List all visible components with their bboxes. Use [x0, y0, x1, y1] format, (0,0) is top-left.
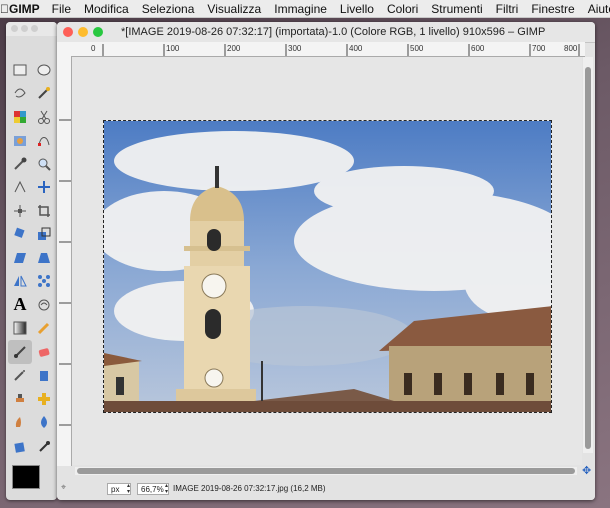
move-icon[interactable]	[32, 176, 56, 200]
perspective-icon[interactable]	[32, 246, 56, 270]
window-title: *[IMAGE 2019-08-26 07:32:17] (importata)…	[121, 26, 546, 38]
ruler-label: 300	[288, 44, 302, 53]
blur-icon[interactable]	[32, 434, 56, 458]
scissors-icon[interactable]	[32, 105, 56, 129]
eraser-icon[interactable]	[32, 340, 56, 364]
bucket-icon[interactable]	[8, 434, 32, 458]
ruler-label: 200	[227, 44, 241, 53]
gradient-icon[interactable]	[8, 317, 32, 341]
clone-icon[interactable]	[8, 387, 32, 411]
ruler-label: 600	[471, 44, 485, 53]
paths-icon[interactable]	[32, 129, 56, 153]
zoom-spin-icon[interactable]: ▴ ▾	[165, 483, 171, 495]
toolbox-minimize-button[interactable]	[21, 25, 28, 32]
pencil-icon[interactable]	[32, 317, 56, 341]
close-button[interactable]	[63, 27, 73, 37]
window-titlebar: *[IMAGE 2019-08-26 07:32:17] (importata)…	[57, 22, 595, 43]
color-select-icon[interactable]	[8, 105, 32, 129]
menu-modifica[interactable]: Modifica	[84, 2, 129, 16]
ruler-label: 700	[532, 44, 546, 53]
smudge-icon[interactable]	[8, 411, 32, 435]
menu-livello[interactable]: Livello	[340, 2, 374, 16]
vertical-scroll-thumb[interactable]	[585, 67, 591, 449]
menu-immagine[interactable]: Immagine	[274, 2, 327, 16]
menu-bar:  GIMP File Modifica Seleziona Visualizz…	[0, 0, 610, 18]
menu-visualizza[interactable]: Visualizza	[207, 2, 261, 16]
measure-icon[interactable]	[8, 176, 32, 200]
menu-strumenti[interactable]: Strumenti	[431, 2, 482, 16]
menu-colori[interactable]: Colori	[387, 2, 418, 16]
ruler-label: 100	[166, 44, 180, 53]
zoom-icon[interactable]	[32, 152, 56, 176]
unit-spin-icon[interactable]: ▴ ▾	[127, 483, 133, 495]
minimize-button[interactable]	[78, 27, 88, 37]
image-canvas[interactable]	[103, 120, 552, 413]
magic-wand-icon[interactable]	[32, 82, 56, 106]
crop-icon[interactable]	[32, 199, 56, 223]
rotate-icon[interactable]	[8, 223, 32, 247]
ruler-label: 400	[349, 44, 363, 53]
navigate-icon[interactable]: ✥	[582, 464, 591, 477]
ruler-corner[interactable]	[57, 42, 75, 57]
horizontal-scroll-thumb[interactable]	[77, 468, 575, 474]
vertical-scrollbar[interactable]	[583, 57, 593, 453]
lasso-icon[interactable]	[8, 82, 32, 106]
zoom-button[interactable]	[93, 27, 103, 37]
status-bar: ⌖ px ▴ ▾ 66,7% ▴ ▾ IMAGE 2019-08-26 07:32:…	[57, 478, 595, 500]
pointer-icon: ⌖	[61, 482, 67, 492]
menu-file[interactable]: File	[52, 2, 71, 16]
fg-bg-colors[interactable]	[12, 465, 52, 499]
menu-aiuto[interactable]: Aiuto	[588, 2, 610, 16]
foreground-select-icon[interactable]	[8, 129, 32, 153]
dodge-icon[interactable]	[32, 411, 56, 435]
toolbox-titlebar	[6, 22, 57, 36]
menu-finestre[interactable]: Finestre	[531, 2, 574, 16]
app-menu[interactable]: GIMP	[9, 2, 40, 16]
toolbox-close-button[interactable]	[11, 25, 18, 32]
warp-icon[interactable]	[32, 293, 56, 317]
photo	[104, 121, 551, 412]
apple-icon[interactable]: 	[0, 2, 9, 16]
toolbox-zoom-button[interactable]	[31, 25, 38, 32]
flip-icon[interactable]	[8, 270, 32, 294]
ruler-label: 500	[410, 44, 424, 53]
ink-icon[interactable]	[32, 364, 56, 388]
foreground-color-swatch[interactable]	[12, 465, 40, 489]
cage-icon[interactable]	[32, 270, 56, 294]
toolbox: A	[6, 22, 57, 500]
color-picker-icon[interactable]	[8, 152, 32, 176]
scale-icon[interactable]	[32, 223, 56, 247]
horizontal-ruler[interactable]: 0 100 200 300 400 500 600 700 800	[75, 42, 585, 57]
ruler-label: 800	[564, 44, 578, 53]
ellipse-select-icon[interactable]	[32, 58, 56, 82]
file-info: IMAGE 2019-08-26 07:32:17.jpg (16,2 MB)	[173, 484, 326, 493]
vertical-ruler[interactable]	[57, 56, 72, 466]
rect-select-icon[interactable]	[8, 58, 32, 82]
ruler-label: 0	[91, 44, 96, 53]
shear-icon[interactable]	[8, 246, 32, 270]
tool-grid: A	[8, 58, 56, 458]
airbrush-icon[interactable]	[8, 364, 32, 388]
align-icon[interactable]	[8, 199, 32, 223]
menu-filtri[interactable]: Filtri	[496, 2, 519, 16]
text-icon[interactable]: A	[8, 293, 32, 317]
menu-seleziona[interactable]: Seleziona	[142, 2, 195, 16]
heal-icon[interactable]	[32, 387, 56, 411]
paintbrush-icon[interactable]	[8, 340, 32, 364]
horizontal-scrollbar[interactable]	[75, 467, 577, 475]
